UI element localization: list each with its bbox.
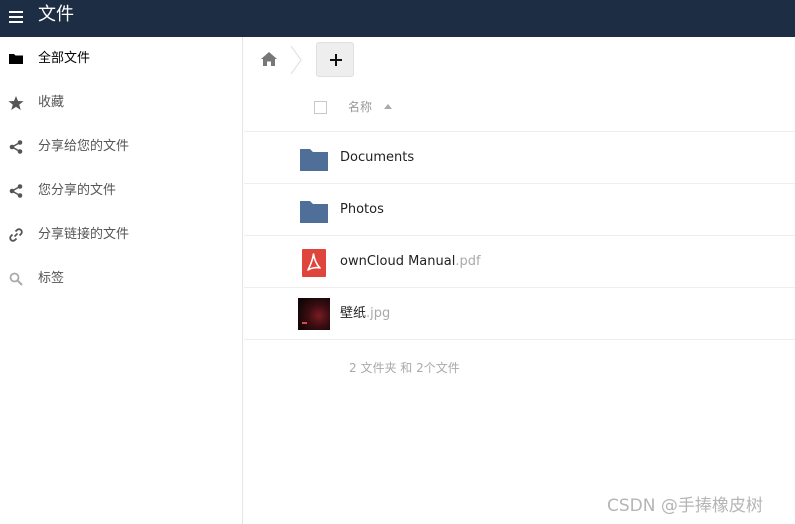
folder-icon [300,149,328,171]
sidebar-item-label: 收藏 [38,95,65,110]
file-name[interactable]: Documents [340,150,414,166]
watermark: CSDN @手捧橡皮树 [607,496,763,516]
app-title[interactable]: 文件 [38,4,74,26]
sidebar-item-label: 全部文件 [38,51,91,66]
folder-icon [300,201,328,223]
sidebar-item-shared-by-you[interactable]: 您分享的文件 [0,169,243,213]
column-name-header[interactable]: 名称 [348,99,372,115]
sort-ascending-icon[interactable] [384,104,392,109]
sidebar-item-tags[interactable]: 标签 [0,257,243,301]
sidebar: 全部文件 收藏 分享给您的文件 您分享的文件 分享链接的文件 标签 [0,37,243,524]
new-file-button[interactable] [316,42,354,77]
sidebar-item-shared-by-link[interactable]: 分享链接的文件 [0,213,243,257]
share-icon [9,140,23,154]
sidebar-item-label: 标签 [38,271,65,286]
sidebar-item-favorites[interactable]: 收藏 [0,81,243,125]
star-icon [8,96,24,110]
hamburger-icon[interactable] [9,11,23,23]
image-thumbnail [298,298,330,330]
plus-icon [330,54,342,66]
file-row-wallpaper[interactable]: 壁纸.jpg [244,289,795,340]
sidebar-item-shared-with-you[interactable]: 分享给您的文件 [0,125,243,169]
pdf-icon [302,249,326,277]
file-row-documents[interactable]: Documents [244,133,795,184]
file-name[interactable]: ownCloud Manual.pdf [340,254,481,270]
breadcrumb-separator [290,45,302,75]
top-bar: 文件 [0,0,795,37]
sidebar-item-label: 分享给您的文件 [38,139,130,154]
share-icon [9,184,23,198]
file-browser: 名称 Documents Photos ownCloud Manual.pdf … [244,37,795,524]
file-row-owncloud-manual[interactable]: ownCloud Manual.pdf [244,237,795,288]
file-summary: 2 文件夹 和 2个文件 [349,361,460,375]
file-name[interactable]: 壁纸.jpg [340,306,390,322]
link-icon [9,228,23,242]
file-name[interactable]: Photos [340,202,384,218]
file-row-photos[interactable]: Photos [244,185,795,236]
sidebar-item-label: 您分享的文件 [38,183,117,198]
tag-search-icon [9,272,23,286]
folder-icon [9,54,23,64]
sidebar-item-label: 分享链接的文件 [38,227,130,242]
home-icon[interactable] [260,51,278,67]
file-list-header: 名称 [244,87,795,132]
sidebar-item-all-files[interactable]: 全部文件 [0,37,243,81]
select-all-checkbox[interactable] [314,101,327,114]
